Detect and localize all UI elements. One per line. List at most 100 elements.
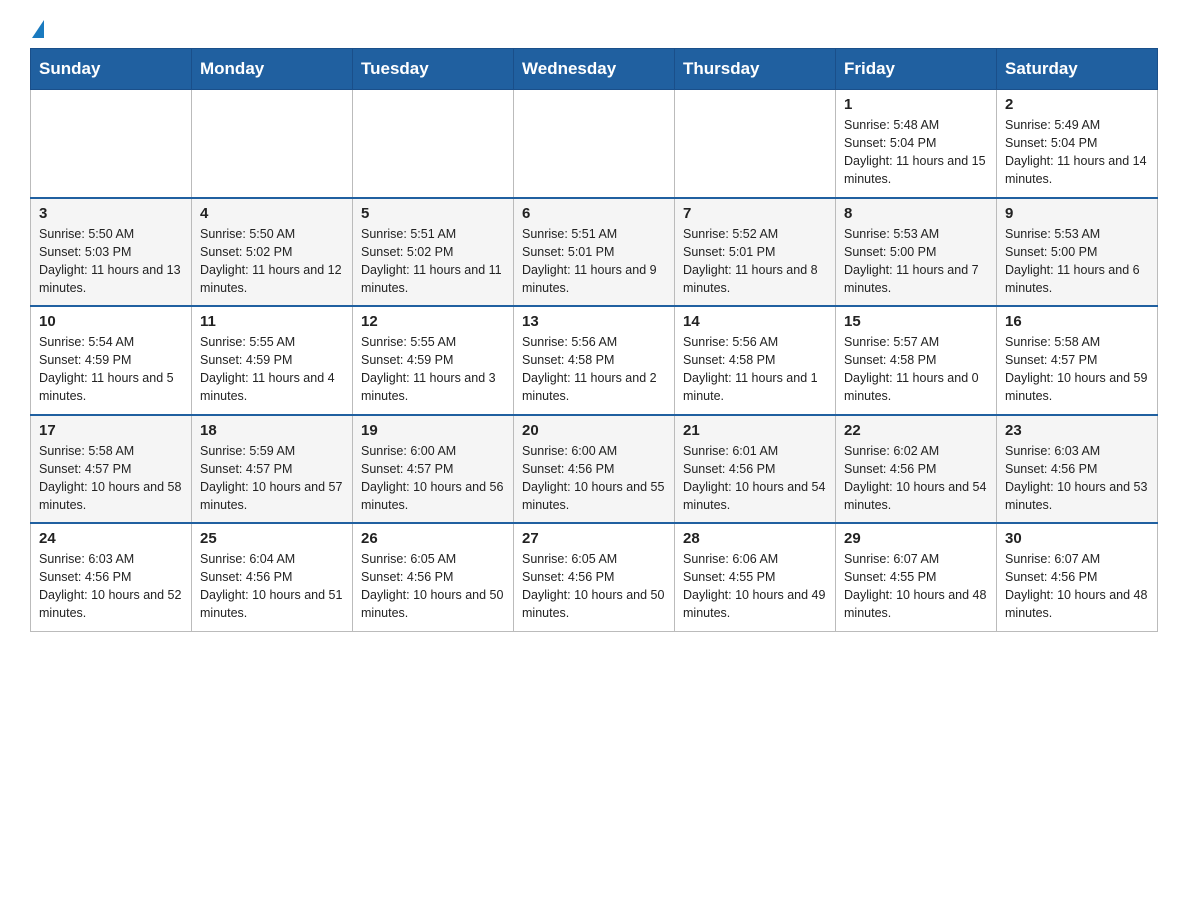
header-wednesday: Wednesday [514,49,675,90]
calendar-cell-week3-day3: 13Sunrise: 5:56 AMSunset: 4:58 PMDayligh… [514,306,675,415]
day-number: 10 [39,313,183,330]
header-tuesday: Tuesday [353,49,514,90]
day-number: 23 [1005,422,1149,439]
day-number: 21 [683,422,827,439]
day-info-line: Sunset: 4:57 PM [39,460,183,478]
day-number: 8 [844,205,988,222]
calendar-cell-week3-day4: 14Sunrise: 5:56 AMSunset: 4:58 PMDayligh… [675,306,836,415]
day-number: 13 [522,313,666,330]
calendar-cell-week3-day2: 12Sunrise: 5:55 AMSunset: 4:59 PMDayligh… [353,306,514,415]
day-info-line: Sunrise: 6:03 AM [1005,442,1149,460]
day-info-line: Sunrise: 5:56 AM [522,333,666,351]
day-number: 18 [200,422,344,439]
day-info-line: Sunset: 5:04 PM [844,134,988,152]
day-number: 17 [39,422,183,439]
day-info-line: Daylight: 10 hours and 55 minutes. [522,478,666,514]
day-info-line: Sunrise: 6:06 AM [683,550,827,568]
day-info-line: Sunrise: 5:51 AM [522,225,666,243]
day-info-line: Sunrise: 5:59 AM [200,442,344,460]
day-info-line: Daylight: 11 hours and 6 minutes. [1005,261,1149,297]
day-info-line: Sunset: 4:55 PM [844,568,988,586]
day-info-line: Daylight: 11 hours and 0 minutes. [844,369,988,405]
day-info-line: Sunrise: 6:00 AM [522,442,666,460]
calendar-cell-week3-day0: 10Sunrise: 5:54 AMSunset: 4:59 PMDayligh… [31,306,192,415]
day-number: 22 [844,422,988,439]
calendar-cell-week1-day1 [192,90,353,198]
day-info-line: Sunset: 5:00 PM [844,243,988,261]
day-info-line: Sunset: 5:03 PM [39,243,183,261]
week-row-1: 1Sunrise: 5:48 AMSunset: 5:04 PMDaylight… [31,90,1158,198]
day-number: 4 [200,205,344,222]
header-friday: Friday [836,49,997,90]
day-info-line: Sunrise: 6:05 AM [361,550,505,568]
calendar-cell-week2-day6: 9Sunrise: 5:53 AMSunset: 5:00 PMDaylight… [997,198,1158,307]
day-number: 1 [844,96,988,113]
day-number: 5 [361,205,505,222]
day-number: 20 [522,422,666,439]
day-number: 19 [361,422,505,439]
day-info-line: Daylight: 10 hours and 48 minutes. [1005,586,1149,622]
day-info-line: Daylight: 11 hours and 12 minutes. [200,261,344,297]
day-info-line: Daylight: 11 hours and 13 minutes. [39,261,183,297]
day-info-line: Sunrise: 5:52 AM [683,225,827,243]
day-info-line: Daylight: 10 hours and 56 minutes. [361,478,505,514]
day-info-line: Sunrise: 5:55 AM [200,333,344,351]
day-info-line: Sunset: 4:59 PM [200,351,344,369]
day-info-line: Sunset: 4:56 PM [200,568,344,586]
day-number: 11 [200,313,344,330]
day-info-line: Sunrise: 5:50 AM [200,225,344,243]
day-info-line: Daylight: 10 hours and 52 minutes. [39,586,183,622]
day-info-line: Sunset: 5:04 PM [1005,134,1149,152]
day-info-line: Daylight: 11 hours and 2 minutes. [522,369,666,405]
day-info-line: Sunset: 4:56 PM [361,568,505,586]
week-row-2: 3Sunrise: 5:50 AMSunset: 5:03 PMDaylight… [31,198,1158,307]
calendar-cell-week1-day5: 1Sunrise: 5:48 AMSunset: 5:04 PMDaylight… [836,90,997,198]
day-number: 26 [361,530,505,547]
calendar-cell-week4-day1: 18Sunrise: 5:59 AMSunset: 4:57 PMDayligh… [192,415,353,524]
calendar-table: SundayMondayTuesdayWednesdayThursdayFrid… [30,48,1158,632]
day-info-line: Sunrise: 5:48 AM [844,116,988,134]
week-row-5: 24Sunrise: 6:03 AMSunset: 4:56 PMDayligh… [31,523,1158,631]
header-monday: Monday [192,49,353,90]
calendar-cell-week5-day0: 24Sunrise: 6:03 AMSunset: 4:56 PMDayligh… [31,523,192,631]
calendar-cell-week2-day4: 7Sunrise: 5:52 AMSunset: 5:01 PMDaylight… [675,198,836,307]
day-info-line: Sunset: 4:55 PM [683,568,827,586]
calendar-cell-week2-day0: 3Sunrise: 5:50 AMSunset: 5:03 PMDaylight… [31,198,192,307]
day-info-line: Sunrise: 6:01 AM [683,442,827,460]
day-info-line: Sunset: 4:59 PM [39,351,183,369]
calendar-cell-week1-day4 [675,90,836,198]
day-info-line: Sunrise: 5:53 AM [844,225,988,243]
day-info-line: Sunrise: 5:49 AM [1005,116,1149,134]
day-number: 16 [1005,313,1149,330]
day-info-line: Sunrise: 5:57 AM [844,333,988,351]
day-number: 24 [39,530,183,547]
day-number: 14 [683,313,827,330]
day-info-line: Sunset: 4:56 PM [683,460,827,478]
day-info-line: Sunset: 4:57 PM [361,460,505,478]
day-info-line: Sunset: 4:57 PM [1005,351,1149,369]
day-info-line: Sunset: 4:58 PM [683,351,827,369]
logo [30,20,44,38]
day-info-line: Sunrise: 6:02 AM [844,442,988,460]
calendar-cell-week5-day5: 29Sunrise: 6:07 AMSunset: 4:55 PMDayligh… [836,523,997,631]
day-info-line: Daylight: 10 hours and 53 minutes. [1005,478,1149,514]
week-row-4: 17Sunrise: 5:58 AMSunset: 4:57 PMDayligh… [31,415,1158,524]
calendar-cell-week3-day6: 16Sunrise: 5:58 AMSunset: 4:57 PMDayligh… [997,306,1158,415]
calendar-cell-week4-day0: 17Sunrise: 5:58 AMSunset: 4:57 PMDayligh… [31,415,192,524]
day-info-line: Sunrise: 6:05 AM [522,550,666,568]
day-info-line: Sunset: 4:56 PM [1005,568,1149,586]
day-info-line: Daylight: 10 hours and 59 minutes. [1005,369,1149,405]
day-info-line: Daylight: 11 hours and 11 minutes. [361,261,505,297]
calendar-cell-week4-day6: 23Sunrise: 6:03 AMSunset: 4:56 PMDayligh… [997,415,1158,524]
day-number: 27 [522,530,666,547]
day-info-line: Sunrise: 5:50 AM [39,225,183,243]
day-info-line: Daylight: 10 hours and 50 minutes. [522,586,666,622]
calendar-cell-week5-day2: 26Sunrise: 6:05 AMSunset: 4:56 PMDayligh… [353,523,514,631]
calendar-cell-week3-day1: 11Sunrise: 5:55 AMSunset: 4:59 PMDayligh… [192,306,353,415]
day-info-line: Sunset: 5:01 PM [522,243,666,261]
header [30,20,1158,38]
calendar-cell-week2-day2: 5Sunrise: 5:51 AMSunset: 5:02 PMDaylight… [353,198,514,307]
day-info-line: Sunrise: 5:53 AM [1005,225,1149,243]
day-number: 2 [1005,96,1149,113]
day-info-line: Daylight: 11 hours and 14 minutes. [1005,152,1149,188]
